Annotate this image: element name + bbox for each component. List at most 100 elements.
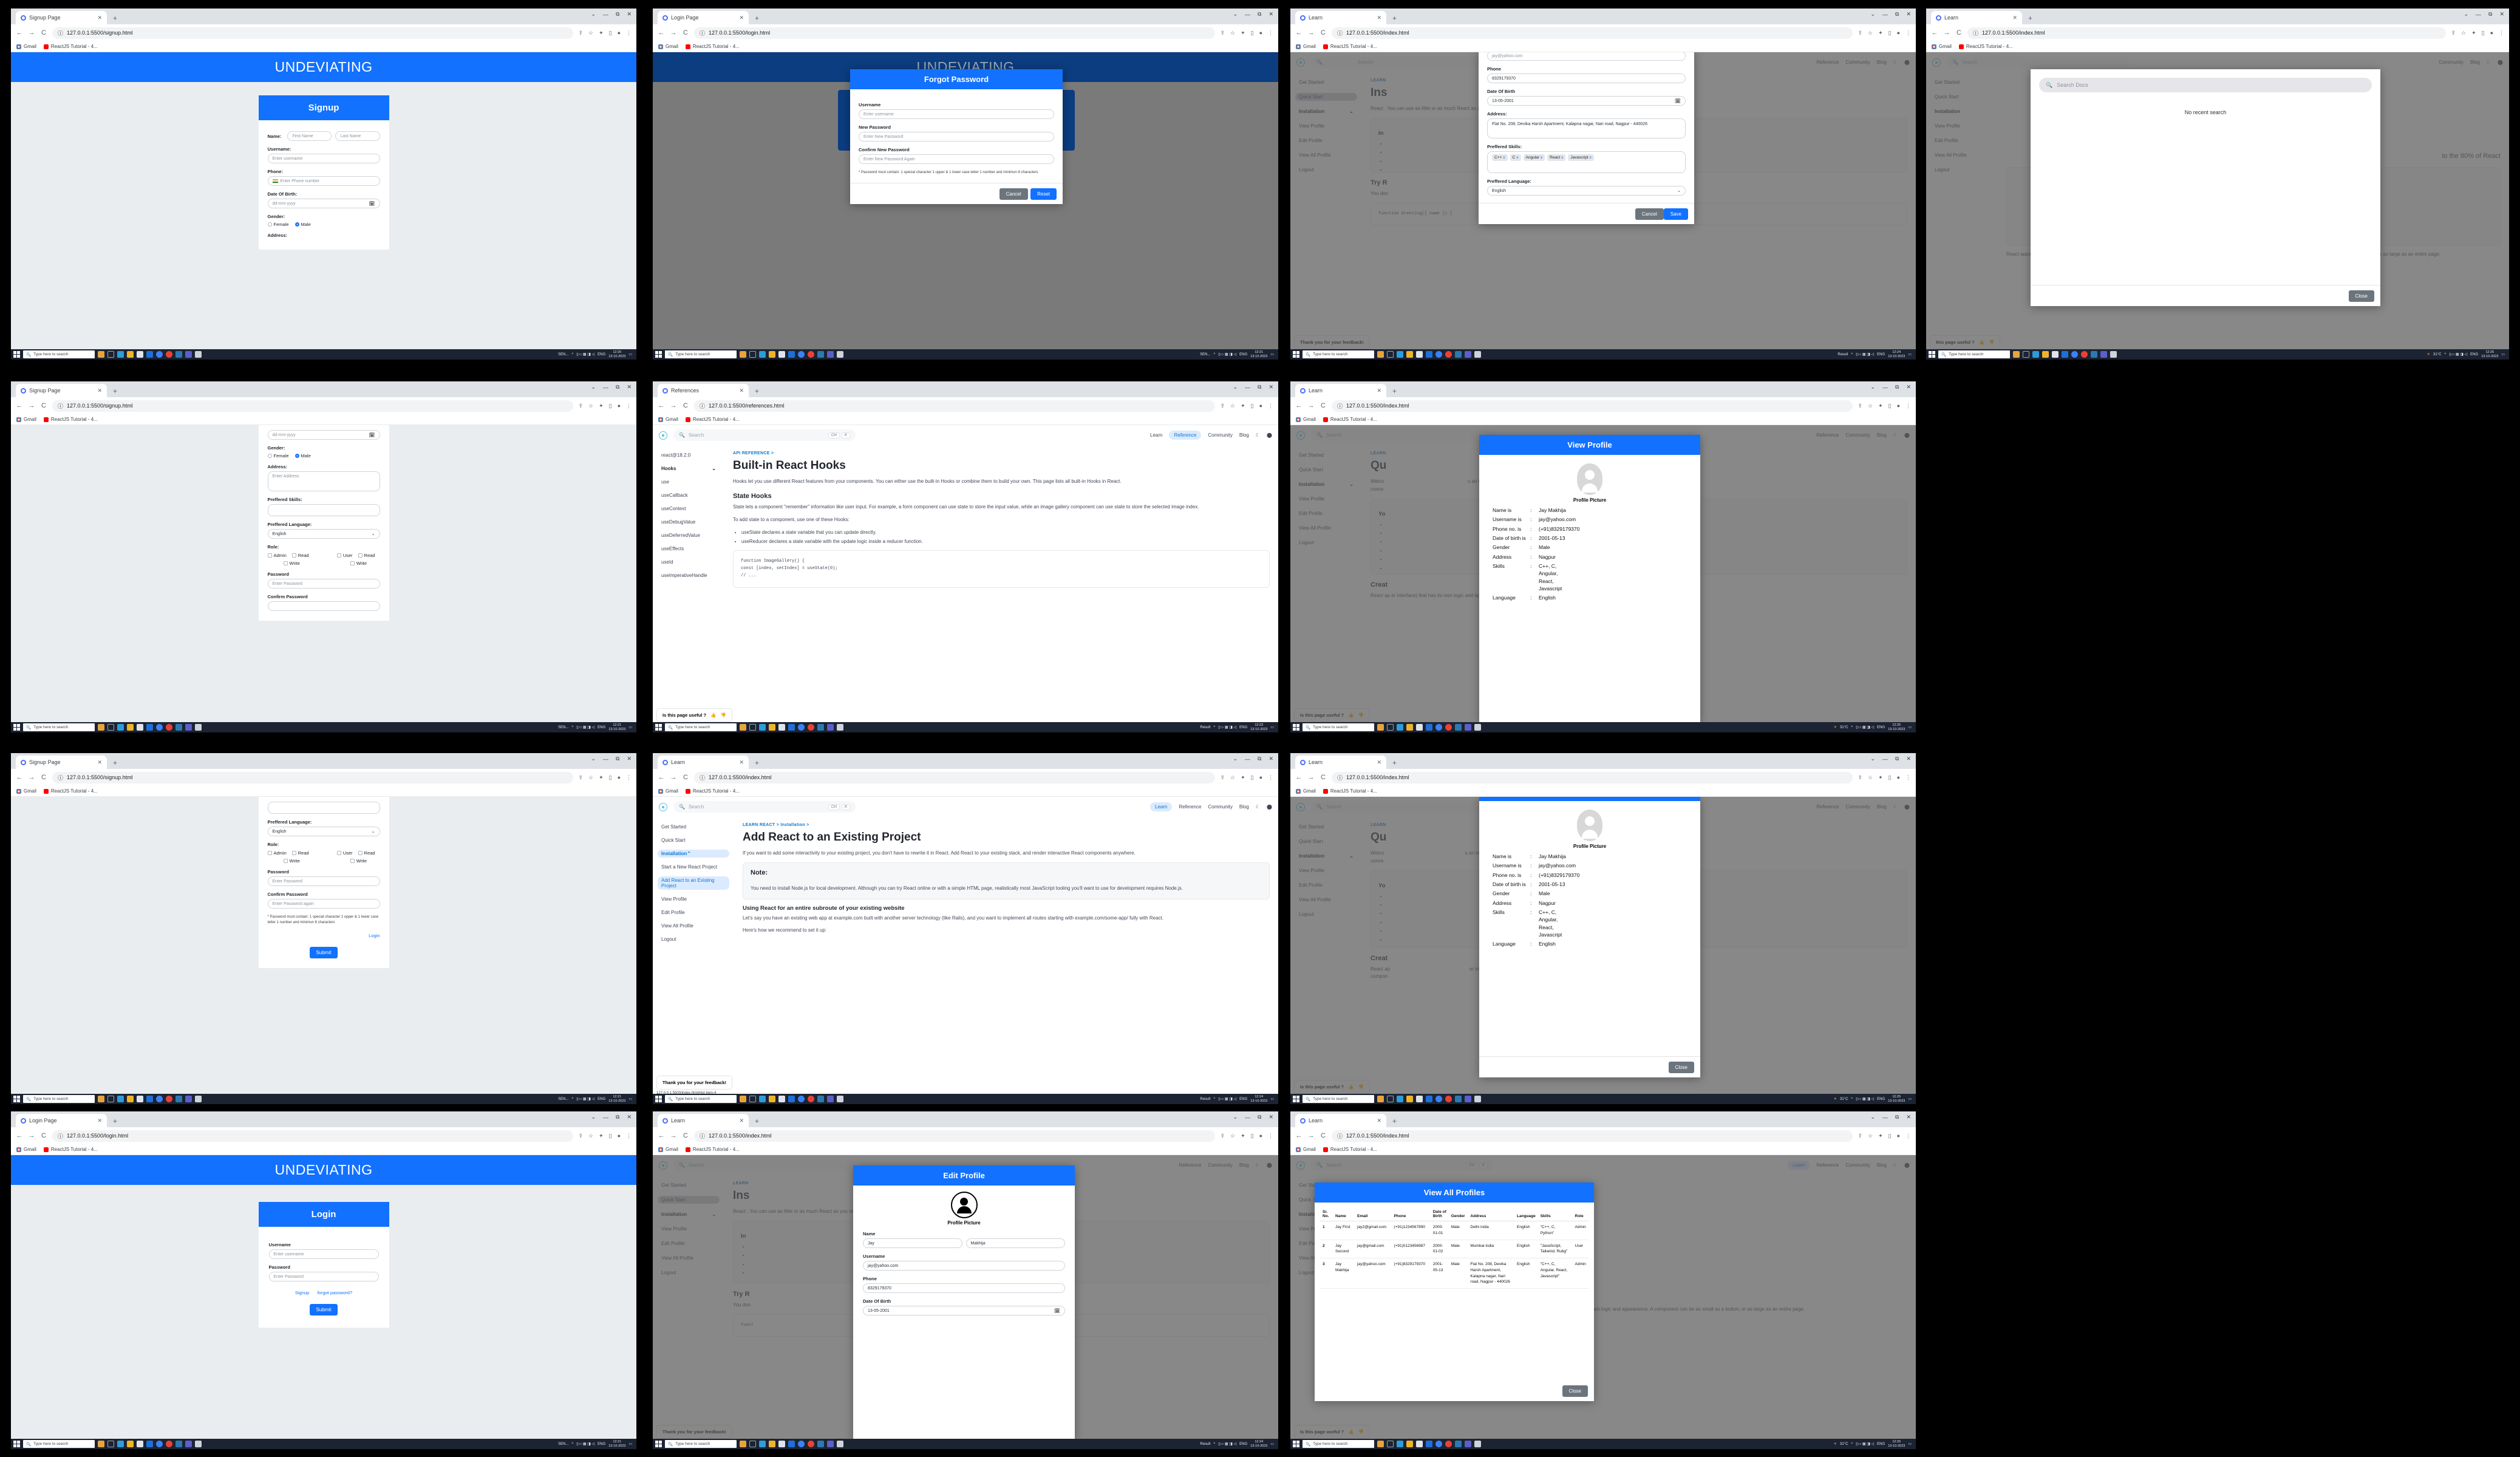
clock[interactable]: 12:25 13-10-2023	[1888, 1095, 1905, 1103]
forward-icon[interactable]: →	[28, 774, 35, 781]
thumbs-down-icon[interactable]: 👎	[720, 712, 726, 718]
search-docs-input[interactable]: 🔍 Search Docs	[2039, 78, 2372, 92]
teams-icon[interactable]	[1465, 724, 1471, 731]
forward-icon[interactable]: →	[670, 402, 677, 409]
extension-icon[interactable]: ✦	[1878, 30, 1883, 36]
bookmark-gmail[interactable]: Gmail	[16, 1147, 36, 1152]
reload-icon[interactable]: C	[682, 1132, 689, 1139]
window-references[interactable]: References ✕ + ⌄ — ⧉ ✕ ← → Cⓘ 127.0.0.1:5500/refe…	[653, 381, 1278, 732]
reload-icon[interactable]: C	[1320, 29, 1327, 36]
forward-icon[interactable]: →	[1307, 774, 1315, 781]
chevron-down-icon[interactable]: ⌄	[591, 756, 596, 762]
clock[interactable]: 12:20 13-10-2023	[608, 350, 625, 358]
close-window-button[interactable]: ✕	[2499, 11, 2504, 18]
clock[interactable]: 12:21 13-10-2023	[608, 723, 625, 731]
briefcase-icon[interactable]	[1377, 1096, 1384, 1102]
minimize-button[interactable]: —	[603, 384, 608, 391]
share-icon[interactable]: ⇪	[578, 774, 583, 781]
address-bar[interactable]: ⓘ 127.0.0.1:5500/signup.html	[52, 400, 574, 412]
sidepanel-icon[interactable]: ▯	[609, 30, 612, 36]
extension-icon[interactable]: ✦	[599, 774, 604, 781]
chrome-icon[interactable]	[808, 351, 814, 358]
star-icon[interactable]: ☆	[1868, 30, 1873, 36]
store-icon[interactable]	[778, 724, 785, 731]
start-icon[interactable]	[655, 1096, 662, 1102]
browser-tab[interactable]: Learn ✕	[1295, 756, 1386, 769]
confirm-password-input[interactable]: Enter Password again	[267, 899, 380, 909]
back-icon[interactable]: ←	[16, 402, 23, 409]
bookmark-react-tutorial[interactable]: ReactJS Tutorial - 4...	[43, 788, 98, 794]
edge-icon[interactable]	[1397, 1096, 1403, 1102]
taskbar-search[interactable]: 🔍 Type here to search	[665, 350, 737, 358]
star-icon[interactable]: ☆	[1868, 403, 1873, 409]
address-bar[interactable]: ⓘ 127.0.0.1:5500/signup.html	[52, 27, 574, 39]
maximize-button[interactable]: ⧉	[1258, 756, 1261, 762]
mail-icon[interactable]	[1426, 724, 1432, 731]
window-view-profile-scrolled[interactable]: Learn ✕ + ⌄ — ⧉ ✕ ← → Cⓘ 127.0.0.1:5500/index.htm…	[1290, 753, 1916, 1104]
bookmark-gmail[interactable]: Gmail	[16, 788, 36, 794]
close-window-button[interactable]: ✕	[1269, 384, 1273, 391]
browser-tab[interactable]: Login Page ✕	[658, 11, 749, 24]
username-input[interactable]: Enter username	[859, 109, 1054, 119]
explorer-icon[interactable]	[1406, 1441, 1413, 1447]
bookmark-react-tutorial[interactable]: ReactJS Tutorial - 4...	[43, 417, 98, 422]
browser-icon[interactable]	[156, 724, 163, 731]
window-view-profile[interactable]: Learn ✕ + ⌄ — ⧉ ✕ ← → Cⓘ 127.0.0.1:5500/index.htm…	[1290, 381, 1916, 732]
new-tab-button[interactable]: +	[113, 759, 117, 767]
star-icon[interactable]: ☆	[588, 403, 593, 409]
new-tab-button[interactable]: +	[113, 387, 117, 395]
reload-icon[interactable]: C	[40, 402, 47, 409]
table-row[interactable]: 3 Jay Makhija jay@yahoo.com (+91)8329179370…	[1320, 1258, 1589, 1289]
close-window-button[interactable]: ✕	[1906, 11, 1911, 18]
star-icon[interactable]: ☆	[1230, 30, 1235, 36]
username-input[interactable]: jay@yahoo.com	[863, 1261, 1065, 1271]
phone-input[interactable]: 8329179370	[1487, 73, 1686, 83]
chrome-icon[interactable]	[2081, 351, 2088, 358]
explorer-icon[interactable]	[127, 1096, 134, 1102]
chrome-icon[interactable]	[1445, 1441, 1452, 1447]
table-row[interactable]: 1 Jay First jay2@gmail.com (+91)1234567890 2…	[1320, 1221, 1589, 1240]
window-signup-top[interactable]: Signup Page ✕ + ⌄ — ⧉ ✕ ← → C ⓘ 127.0.0.…	[11, 9, 636, 360]
sidepanel-icon[interactable]: ▯	[1251, 774, 1254, 781]
sidebar-item-use[interactable]: use	[658, 478, 720, 486]
edge-icon[interactable]	[1397, 1441, 1403, 1447]
briefcase-icon[interactable]	[1377, 724, 1384, 731]
minimize-button[interactable]: —	[603, 1114, 608, 1121]
vscode-icon[interactable]	[175, 351, 182, 358]
dob-input[interactable]: dd-mm-yyyy 🗓	[267, 199, 380, 208]
close-window-button[interactable]: ✕	[627, 11, 632, 18]
skills-input[interactable]	[267, 802, 380, 814]
browser-icon[interactable]	[156, 351, 163, 358]
window-edit-profile-scrolled[interactable]: Learn ✕ + ⌄ — ⧉ ✕ ← → C ⓘ 127.0.0.1:5500/index.…	[1290, 9, 1916, 360]
taskbar-search[interactable]: 🔍 Type here to search	[23, 723, 95, 731]
store-icon[interactable]	[137, 1096, 143, 1102]
gender-radio-group[interactable]: Female Male	[267, 453, 380, 459]
tray-chevron-icon[interactable]: ^	[1851, 726, 1853, 729]
forward-icon[interactable]: →	[670, 774, 677, 781]
address-bar[interactable]: ⓘ 127.0.0.1:5500/index.html	[1332, 400, 1853, 412]
sidebar-item-get-started[interactable]: Get Started	[658, 823, 729, 831]
chrome-icon[interactable]	[808, 1096, 814, 1102]
checkbox-user[interactable]: User	[336, 850, 353, 856]
share-icon[interactable]: ⇪	[1220, 403, 1225, 409]
thumbs-up-icon[interactable]: 👍	[710, 712, 716, 718]
share-icon[interactable]: ⇪	[1220, 1133, 1225, 1139]
language-select[interactable]: English ⌄	[1487, 186, 1686, 196]
close-button[interactable]: Close	[1562, 1385, 1588, 1397]
sidepanel-icon[interactable]: ▯	[1888, 1133, 1892, 1139]
profile-icon[interactable]: ●	[1897, 30, 1900, 36]
share-icon[interactable]: ⇪	[578, 403, 583, 409]
bookmark-gmail[interactable]: Gmail	[658, 417, 678, 422]
bookmark-react-tutorial[interactable]: ReactJS Tutorial - 4...	[1323, 44, 1377, 49]
role-checkbox-grid[interactable]: Admin Read User Read Write Write	[267, 553, 380, 566]
menu-icon[interactable]: ⋮	[2499, 30, 2504, 36]
weather-icon[interactable]: ☀	[2427, 352, 2430, 357]
nav-reference[interactable]: Reference	[1169, 431, 1202, 440]
bookmark-gmail[interactable]: Gmail	[1296, 788, 1316, 794]
teams-icon[interactable]	[827, 1441, 834, 1447]
reload-icon[interactable]: C	[40, 774, 47, 781]
skill-chip[interactable]: Cx	[1510, 154, 1521, 161]
browser-tab[interactable]: Learn ✕	[658, 1114, 749, 1127]
mail-icon[interactable]	[2062, 351, 2068, 358]
share-icon[interactable]: ⇪	[1858, 1133, 1862, 1139]
